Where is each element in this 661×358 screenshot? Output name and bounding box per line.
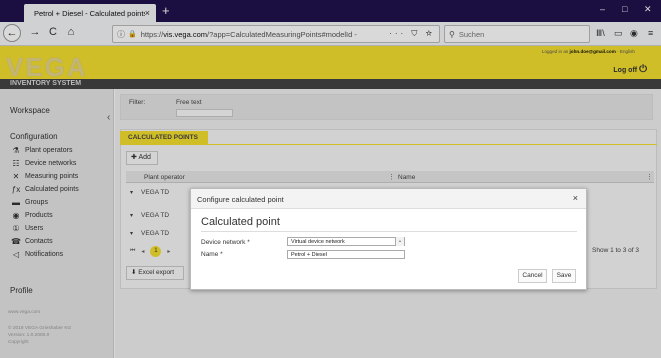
chevron-down-icon[interactable]: ⌄ (395, 237, 404, 246)
device-network-value: Virtual device network (291, 239, 345, 245)
dialog-heading: Calculated point (201, 216, 280, 228)
dialog-titlebar: Configure calculated point × (191, 189, 586, 209)
configure-dialog: Configure calculated point × Calculated … (190, 188, 587, 290)
dialog-close-icon[interactable]: × (573, 193, 578, 203)
device-network-select[interactable]: Virtual device network ⌄ (287, 237, 405, 246)
name-label: Name * (201, 251, 223, 258)
dialog-title: Configure calculated point (197, 195, 284, 204)
name-input[interactable]: Petrol + Diesel (287, 250, 405, 259)
save-button[interactable]: Save (552, 269, 576, 283)
cancel-button[interactable]: Cancel (518, 269, 547, 283)
dialog-divider (201, 231, 577, 232)
device-network-label: Device network * (201, 239, 250, 246)
modal-overlay (0, 0, 661, 358)
